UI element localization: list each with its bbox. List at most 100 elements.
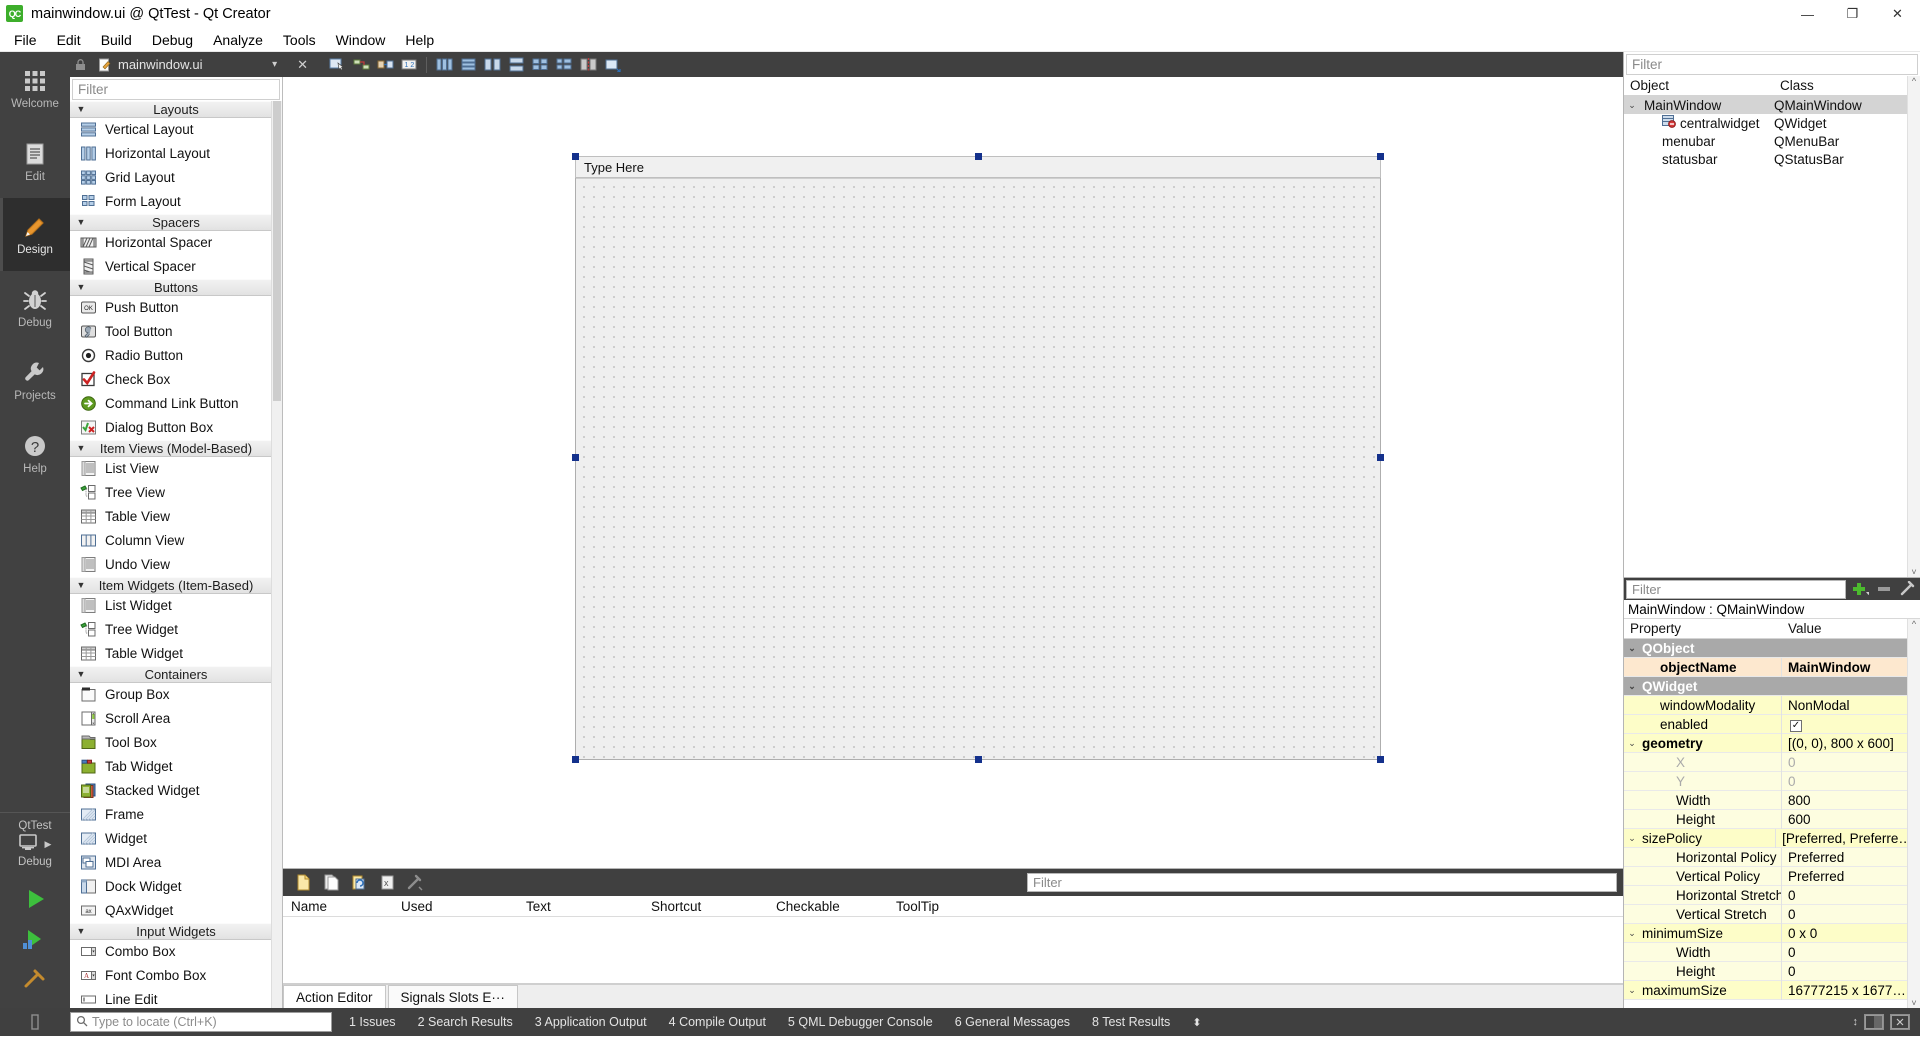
property-row-minimumsize[interactable]: ⌄ minimumSize 0 x 0 bbox=[1624, 923, 1907, 943]
widget-item-form-layout[interactable]: Form Layout bbox=[70, 190, 282, 214]
widget-item-dock-widget[interactable]: Dock Widget bbox=[70, 875, 282, 899]
chevron-down-icon[interactable]: ▼ bbox=[70, 104, 92, 114]
menu-tools[interactable]: Tools bbox=[273, 29, 326, 51]
layout-splitter-v-icon[interactable] bbox=[505, 54, 527, 75]
output-pane-4-compile-output[interactable]: 4 Compile Output bbox=[658, 1015, 777, 1029]
widget-category-item-views-model-based[interactable]: ▼ Item Views (Model-Based) bbox=[70, 439, 282, 457]
chevron-down-icon[interactable]: ▾ bbox=[266, 59, 283, 70]
property-twisty[interactable]: ⌄ bbox=[1624, 738, 1640, 749]
widget-box-scrollbar[interactable] bbox=[271, 101, 282, 1008]
widget-item-list-widget[interactable]: List Widget bbox=[70, 594, 282, 618]
edit-signals-slots-icon[interactable] bbox=[350, 54, 372, 75]
widget-item-stacked-widget[interactable]: Stacked Widget bbox=[70, 779, 282, 803]
resize-handle-tr[interactable] bbox=[1377, 153, 1384, 160]
property-editor-rows[interactable]: ⌄ QObject objectName MainWindow ⌄ QWidget wind… bbox=[1624, 639, 1907, 1008]
action-col-text[interactable]: Text bbox=[518, 896, 643, 916]
menu-window[interactable]: Window bbox=[326, 29, 396, 51]
action-col-shortcut[interactable]: Shortcut bbox=[643, 896, 768, 916]
close-split-icon[interactable] bbox=[1890, 1014, 1910, 1030]
object-inspector-rows[interactable]: ⌄ MainWindow QMainWindow centralwidget QWidg… bbox=[1624, 96, 1907, 577]
resize-handle-br[interactable] bbox=[1377, 756, 1384, 763]
property-row-horizontal-policy[interactable]: Horizontal Policy Preferred bbox=[1624, 847, 1907, 867]
property-row-maximumsize[interactable]: ⌄ maximumSize 16777215 x 1677… bbox=[1624, 980, 1907, 1000]
property-row-height[interactable]: Height 600 bbox=[1624, 809, 1907, 829]
property-row-horizontal-stretch[interactable]: Horizontal Stretch 0 bbox=[1624, 885, 1907, 905]
output-size-toggle-icon[interactable]: ↕ bbox=[1853, 1016, 1859, 1028]
new-action-icon[interactable] bbox=[291, 872, 315, 894]
resize-handle-mr[interactable] bbox=[1377, 454, 1384, 461]
property-twisty[interactable]: ⌄ bbox=[1624, 928, 1640, 939]
chevron-down-icon[interactable]: ▼ bbox=[70, 669, 92, 679]
widget-item-dialog-button-box[interactable]: Dialog Button Box bbox=[70, 416, 282, 440]
close-icon[interactable]: ✕ bbox=[289, 57, 316, 73]
action-editor-filter-input[interactable]: Filter bbox=[1027, 873, 1617, 892]
widget-item-undo-view[interactable]: Undo View bbox=[70, 553, 282, 577]
property-editor-filter-input[interactable]: Filter bbox=[1626, 579, 1846, 599]
adjust-size-icon[interactable] bbox=[601, 54, 623, 75]
chevron-down-icon[interactable]: ▼ bbox=[70, 443, 92, 453]
property-col-value[interactable]: Value bbox=[1782, 619, 1907, 638]
maximize-button[interactable]: ❐ bbox=[1830, 0, 1875, 28]
scrollbar-thumb[interactable] bbox=[273, 101, 281, 401]
widget-category-item-widgets-item-based[interactable]: ▼ Item Widgets (Item-Based) bbox=[70, 576, 282, 594]
widget-item-horizontal-spacer[interactable]: Horizontal Spacer bbox=[70, 231, 282, 255]
mode-welcome[interactable]: Welcome bbox=[0, 52, 70, 125]
widget-item-group-box[interactable]: Group Box bbox=[70, 683, 282, 707]
layout-grid-icon[interactable] bbox=[529, 54, 551, 75]
resize-handle-ml[interactable] bbox=[572, 454, 579, 461]
enabled-checkbox[interactable]: ✓ bbox=[1790, 719, 1802, 732]
lock-icon[interactable] bbox=[70, 58, 90, 71]
widget-item-column-view[interactable]: Column View bbox=[70, 529, 282, 553]
action-col-tooltip[interactable]: ToolTip bbox=[888, 896, 1623, 916]
output-pane-3-application-output[interactable]: 3 Application Output bbox=[524, 1015, 658, 1029]
resize-handle-tc[interactable] bbox=[975, 153, 982, 160]
bottom-tab-action-editor[interactable]: Action Editor bbox=[283, 985, 386, 1008]
property-row-width[interactable]: Width 800 bbox=[1624, 790, 1907, 810]
property-twisty[interactable]: ⌄ bbox=[1624, 643, 1640, 654]
property-row-geometry[interactable]: ⌄ geometry [(0, 0), 800 x 600] bbox=[1624, 733, 1907, 753]
edit-widgets-icon[interactable] bbox=[326, 54, 348, 75]
property-row-objectname[interactable]: objectName MainWindow bbox=[1624, 657, 1907, 677]
property-row-qobject[interactable]: ⌄ QObject bbox=[1624, 639, 1907, 658]
widget-item-radio-button[interactable]: Radio Button bbox=[70, 344, 282, 368]
widget-item-tool-box[interactable]: Tool Box bbox=[70, 731, 282, 755]
chevron-down-icon[interactable]: ▼ bbox=[70, 282, 92, 292]
action-editor-rows[interactable] bbox=[283, 917, 1623, 984]
widget-item-line-edit[interactable]: Line Edit bbox=[70, 988, 282, 1008]
mode-projects[interactable]: Projects bbox=[0, 344, 70, 417]
menu-analyze[interactable]: Analyze bbox=[203, 29, 273, 51]
debug-run-icon[interactable] bbox=[20, 924, 50, 954]
break-layout-icon[interactable] bbox=[577, 54, 599, 75]
delete-action-icon[interactable]: x bbox=[375, 872, 399, 894]
widget-category-layouts[interactable]: ▼ Layouts bbox=[70, 100, 282, 118]
remove-property-icon[interactable] bbox=[1872, 578, 1896, 600]
resize-handle-bl[interactable] bbox=[572, 756, 579, 763]
edit-buddies-icon[interactable] bbox=[374, 54, 396, 75]
widget-item-table-view[interactable]: Table View bbox=[70, 505, 282, 529]
action-col-checkable[interactable]: Checkable bbox=[768, 896, 888, 916]
resize-handle-bc[interactable] bbox=[975, 756, 982, 763]
widget-category-buttons[interactable]: ▼ Buttons bbox=[70, 278, 282, 296]
widget-category-containers[interactable]: ▼ Containers bbox=[70, 665, 282, 683]
widget-item-mdi-area[interactable]: MDI Area bbox=[70, 851, 282, 875]
object-inspector-scrollbar[interactable]: ^ ˅ bbox=[1907, 76, 1920, 577]
widget-item-tree-view[interactable]: Tree View bbox=[70, 481, 282, 505]
object-row-MainWindow[interactable]: ⌄ MainWindow QMainWindow bbox=[1624, 96, 1907, 114]
object-row-menubar[interactable]: menubar QMenuBar bbox=[1624, 132, 1907, 150]
editor-tab-mainwindow[interactable]: mainwindow.ui ▾ ✕ bbox=[90, 52, 320, 77]
split-view-icon[interactable] bbox=[1864, 1014, 1884, 1030]
widget-item-font-combo-box[interactable]: A Font Combo Box bbox=[70, 964, 282, 988]
layout-vertical-icon[interactable] bbox=[457, 54, 479, 75]
property-row-height[interactable]: Height 0 bbox=[1624, 961, 1907, 981]
widget-item-qaxwidget[interactable]: ax QAxWidget bbox=[70, 899, 282, 923]
widget-item-list-view[interactable]: List View bbox=[70, 457, 282, 481]
tree-twisty[interactable]: ⌄ bbox=[1624, 100, 1640, 111]
widget-item-vertical-spacer[interactable]: Vertical Spacer bbox=[70, 255, 282, 279]
output-pane-8-test-results[interactable]: 8 Test Results bbox=[1081, 1015, 1181, 1029]
property-row-windowmodality[interactable]: windowModality NonModal bbox=[1624, 695, 1907, 715]
property-row-enabled[interactable]: enabled ✓ bbox=[1624, 714, 1907, 734]
menu-debug[interactable]: Debug bbox=[142, 29, 203, 51]
mode-design[interactable]: Design bbox=[0, 198, 70, 271]
output-pane-5-qml-debugger-console[interactable]: 5 QML Debugger Console bbox=[777, 1015, 944, 1029]
scroll-up-icon[interactable]: ^ bbox=[1912, 76, 1916, 86]
